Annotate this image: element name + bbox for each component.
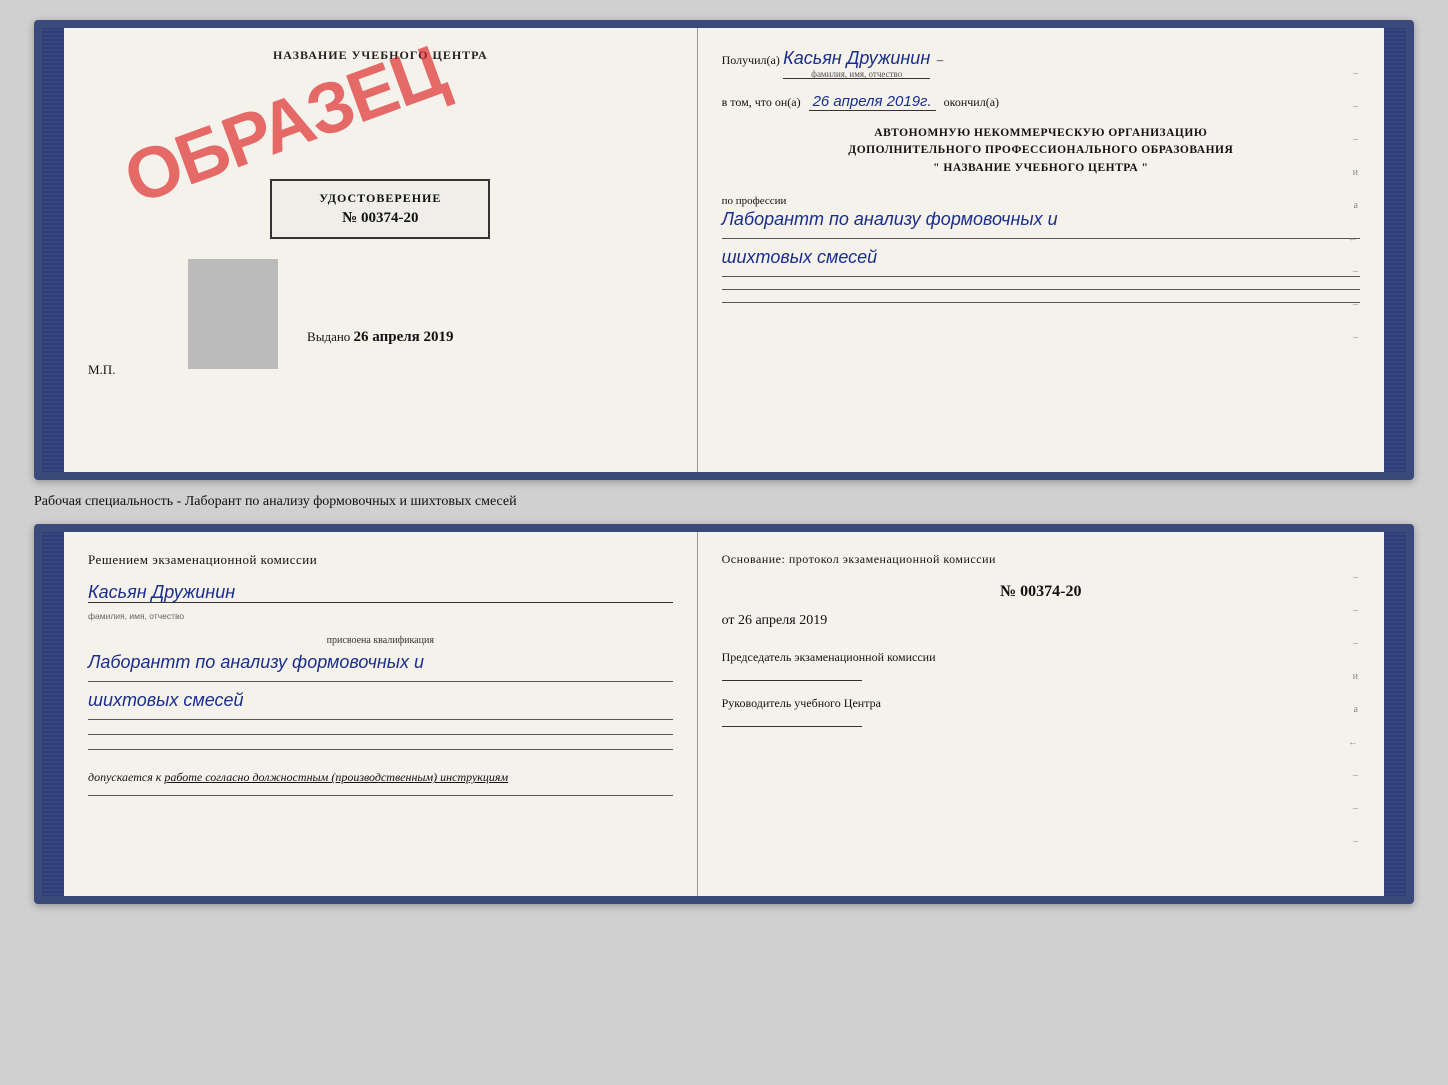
- kvalif-sep3: [88, 734, 673, 735]
- bottom-name: Касьян Дружинин: [88, 582, 235, 602]
- ruk-sign-line: [722, 726, 862, 727]
- org-name: " НАЗВАНИЕ УЧЕБНОГО ЦЕНТРА ": [722, 160, 1360, 177]
- stamp-overlay: ОБРАЗЕЦ УДОСТОВЕРЕНИЕ № 00374-20 Выдано …: [88, 79, 673, 346]
- chairman-sign-line: [722, 680, 862, 681]
- vtom-label: в том, что он(а): [722, 95, 801, 110]
- poluchil-label: Получил(а): [722, 53, 780, 68]
- name-sub: фамилия, имя, отчество: [88, 611, 184, 621]
- cert-right-panel: Получил(а) Касьян Дружинин фамилия, имя,…: [698, 28, 1384, 472]
- bottom-deco-lines: – – – и а ← – – –: [1348, 572, 1358, 847]
- poluchil-row: Получил(а) Касьян Дружинин фамилия, имя,…: [722, 48, 1360, 79]
- resheniem-label: Решением экзаменационной комиссии: [88, 552, 673, 568]
- protocol-date-row: от 26 апреля 2019: [722, 613, 1360, 629]
- chairman-label: Председатель экзаменационной комиссии: [722, 649, 1360, 666]
- udostoverenie-num: № 00374-20: [290, 210, 470, 227]
- bottom-left-panel: Решением экзаменационной комиссии Касьян…: [64, 532, 698, 896]
- dop-sep: [88, 795, 673, 796]
- prisvoena-label: присвоена квалификация: [88, 635, 673, 646]
- bottom-right-panel: Основание: протокол экзаменационной коми…: [698, 532, 1384, 896]
- protocol-ot: от: [722, 613, 735, 628]
- spine-left: [42, 28, 64, 472]
- protocol-num: № 00374-20: [722, 583, 1360, 601]
- okonchil-label: окончил(а): [944, 95, 999, 110]
- line-sep3: [722, 289, 1360, 290]
- spine-right: [1384, 28, 1406, 472]
- mp-line: М.П.: [88, 362, 673, 378]
- bottom-document-panel: Решением экзаменационной комиссии Касьян…: [34, 524, 1414, 904]
- prof-block: по профессии Лаборантт по анализу формов…: [722, 195, 1360, 303]
- cert-left-panel: НАЗВАНИЕ УЧЕБНОГО ЦЕНТРА ОБРАЗЕЦ УДОСТОВ…: [64, 28, 698, 472]
- kvalif-sep1: [88, 681, 673, 682]
- bottom-name-row: Касьян Дружинин: [88, 582, 673, 603]
- osnovanie-label: Основание: протокол экзаменационной коми…: [722, 552, 1360, 567]
- kvalif2: шихтовых смесей: [88, 688, 673, 713]
- prof-name2: шихтовых смесей: [722, 245, 1360, 270]
- protocol-date: 26 апреля 2019: [738, 613, 827, 628]
- line-sep1: [722, 238, 1360, 239]
- udostoverenie-title: УДОСТОВЕРЕНИЕ: [290, 191, 470, 206]
- org-line1: АВТОНОМНУЮ НЕКОММЕРЧЕСКУЮ ОРГАНИЗАЦИЮ: [722, 125, 1360, 142]
- bottom-spine-left: [42, 532, 64, 896]
- udostoverenie-box: УДОСТОВЕРЕНИЕ № 00374-20: [270, 179, 490, 239]
- dopuskaetsya-block: допускается к работе согласно должностны…: [88, 770, 673, 785]
- bottom-spine-right: [1384, 532, 1406, 896]
- vtom-date: 26 апреля 2019г.: [813, 93, 932, 110]
- poluchil-name: Касьян Дружинин: [783, 48, 930, 68]
- vydano-date: 26 апреля 2019: [354, 329, 454, 345]
- middle-text: Рабочая специальность - Лаборант по анал…: [34, 494, 1414, 510]
- vydano-label: Выдано: [307, 329, 350, 344]
- kvalif: Лаборантт по анализу формовочных и: [88, 650, 673, 675]
- prof-name: Лаборантт по анализу формовочных и: [722, 207, 1360, 232]
- org-line2: ДОПОЛНИТЕЛЬНОГО ПРОФЕССИОНАЛЬНОГО ОБРАЗО…: [722, 142, 1360, 159]
- page-wrapper: НАЗВАНИЕ УЧЕБНОГО ЦЕНТРА ОБРАЗЕЦ УДОСТОВ…: [0, 0, 1448, 1085]
- kvalif-sep4: [88, 749, 673, 750]
- vtom-row: в том, что он(а) 26 апреля 2019г. окончи…: [722, 93, 1360, 111]
- deco-lines: – – – и а ← – – –: [1348, 68, 1358, 343]
- vydano-line: Выдано 26 апреля 2019: [307, 329, 453, 346]
- prof-label: по профессии: [722, 195, 1360, 207]
- line-sep4: [722, 302, 1360, 303]
- dopuskaetsya-label: допускается к: [88, 770, 161, 784]
- photo-placeholder: [188, 259, 278, 369]
- line-sep2: [722, 276, 1360, 277]
- ruk-label: Руководитель учебного Центра: [722, 695, 1360, 712]
- top-document-panel: НАЗВАНИЕ УЧЕБНОГО ЦЕНТРА ОБРАЗЕЦ УДОСТОВ…: [34, 20, 1414, 480]
- dopuskaetsya-text: работе согласно должностным (производств…: [164, 770, 508, 784]
- org-block: АВТОНОМНУЮ НЕКОММЕРЧЕСКУЮ ОРГАНИЗАЦИЮ ДО…: [722, 125, 1360, 177]
- kvalif-sep2: [88, 719, 673, 720]
